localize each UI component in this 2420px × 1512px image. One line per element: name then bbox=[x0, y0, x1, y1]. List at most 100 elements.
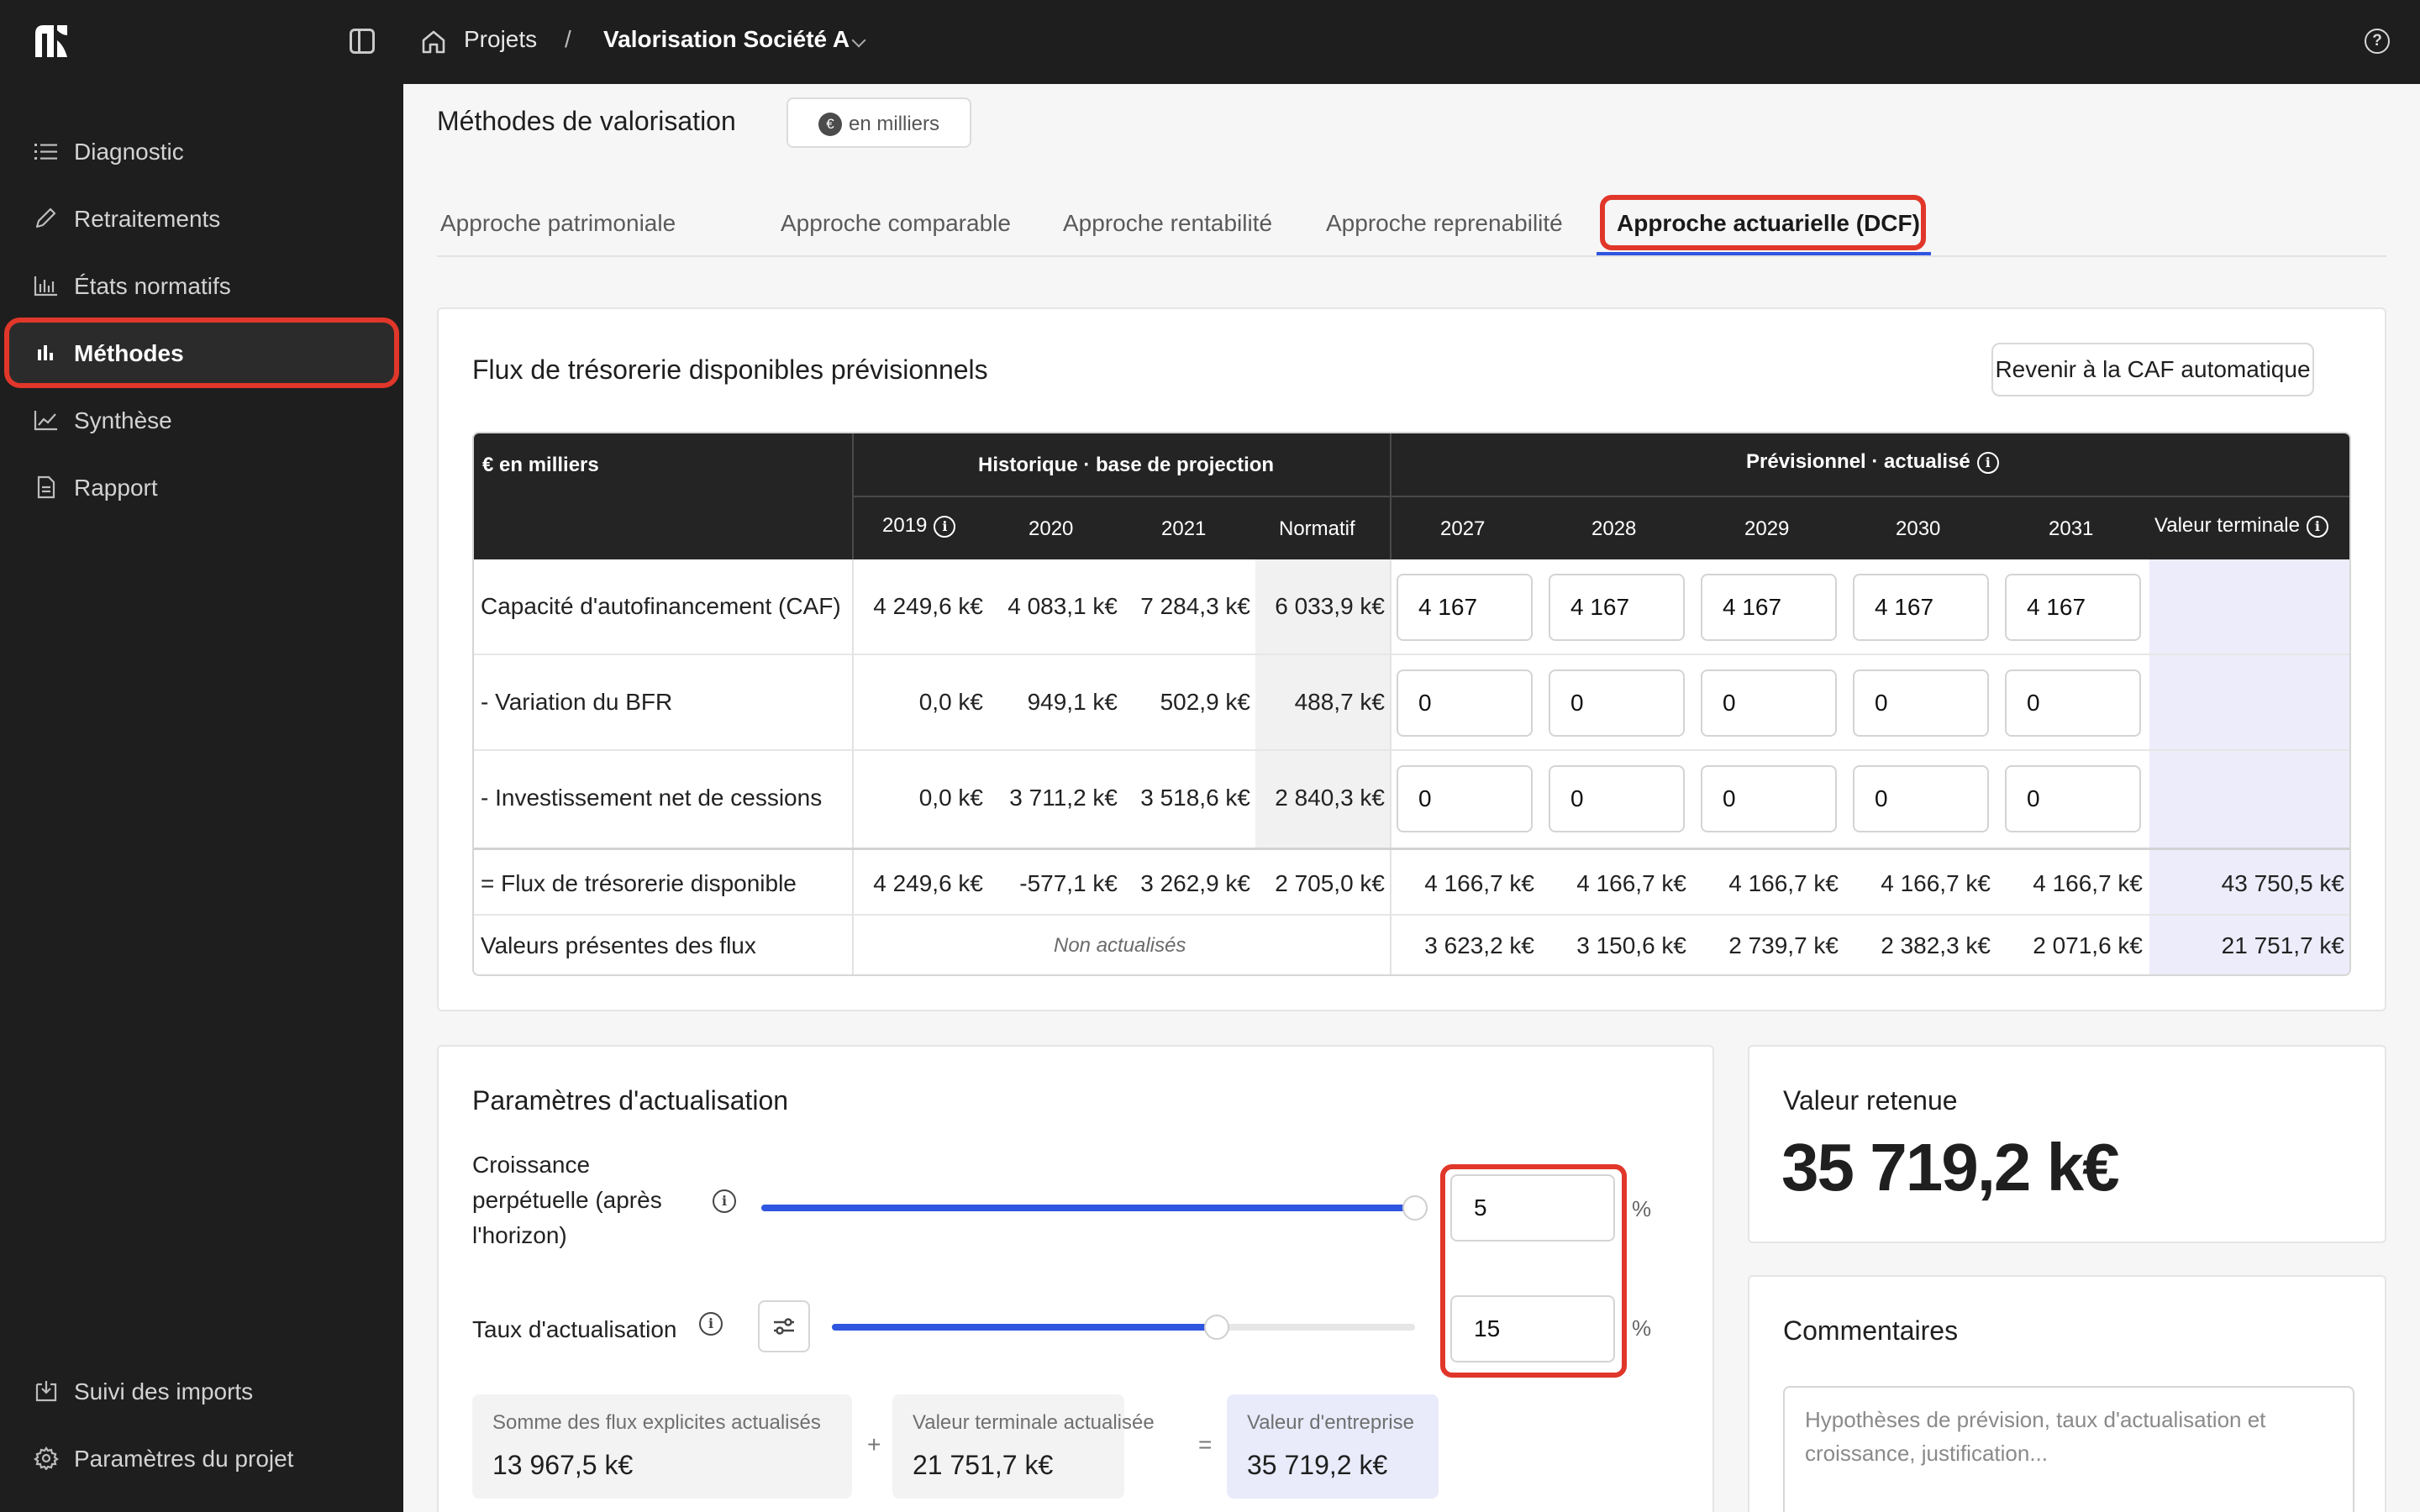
bar-chart-icon bbox=[34, 276, 57, 297]
group-header-previsionnel-label: Prévisionnel · actualisé bbox=[1746, 450, 1970, 473]
tab-approche-comparable[interactable]: Approche comparable bbox=[781, 210, 1011, 237]
caf-input-2031[interactable]: 4 167 bbox=[2005, 574, 2141, 641]
row-label: - Investissement net de cessions bbox=[481, 785, 823, 811]
sidebar-item-label: Synthèse bbox=[74, 407, 172, 433]
discount-label: Taux d'actualisation bbox=[472, 1316, 677, 1342]
invest-input-2027[interactable]: 0 bbox=[1397, 765, 1533, 832]
bfr-input-2028[interactable]: 0 bbox=[1549, 669, 1685, 737]
cell-value: 949,1 k€ bbox=[1027, 689, 1118, 715]
discount-rate-input[interactable]: 15 bbox=[1450, 1295, 1615, 1362]
terminal-value-label: Valeur terminale actualisée bbox=[913, 1411, 1155, 1434]
col-header-label: Valeur terminale bbox=[2154, 514, 2300, 537]
flux-title: Flux de trésorerie disponibles prévision… bbox=[472, 354, 988, 385]
sidebar-item-methodes[interactable]: Méthodes bbox=[4, 318, 399, 388]
info-icon[interactable]: i bbox=[1976, 451, 1999, 474]
cell-value: 4 166,7 k€ bbox=[1576, 870, 1686, 896]
discount-slider-thumb[interactable] bbox=[1204, 1315, 1229, 1340]
sidebar-item-synthese[interactable]: Synthèse bbox=[8, 389, 395, 451]
sidebar-item-etats-normatifs[interactable]: États normatifs bbox=[8, 255, 395, 317]
sidebar-toggle-icon[interactable] bbox=[350, 29, 375, 54]
list-icon bbox=[34, 144, 57, 160]
revert-caf-button[interactable]: Revenir à la CAF automatique bbox=[1991, 343, 2314, 396]
header-divider bbox=[854, 496, 2349, 497]
cell-value: 488,7 k€ bbox=[1294, 689, 1385, 715]
caf-input-2027[interactable]: 4 167 bbox=[1397, 574, 1533, 641]
unit-chip-label: en milliers bbox=[849, 113, 940, 135]
plus-operator: + bbox=[867, 1431, 881, 1457]
invest-input-2029[interactable]: 0 bbox=[1701, 765, 1837, 832]
bfr-input-2030[interactable]: 0 bbox=[1853, 669, 1989, 737]
row-label: = Flux de trésorerie disponible bbox=[481, 870, 797, 896]
sum-explicit-box: Somme des flux explicites actualisés 13 … bbox=[472, 1394, 852, 1499]
flux-table: € en milliers Historique · base de proje… bbox=[472, 432, 2351, 976]
caf-input-2030[interactable]: 4 167 bbox=[1853, 574, 1989, 641]
unit-chip[interactable]: € en milliers bbox=[786, 97, 971, 148]
sliders-settings-button[interactable] bbox=[758, 1300, 810, 1352]
chevron-down-icon[interactable] bbox=[851, 33, 866, 48]
sidebar-item-label: États normatifs bbox=[74, 273, 231, 299]
invest-input-2028[interactable]: 0 bbox=[1549, 765, 1685, 832]
page-title: Méthodes de valorisation bbox=[437, 106, 736, 136]
sum-explicit-label: Somme des flux explicites actualisés bbox=[492, 1411, 821, 1434]
terminal-value-box: Valeur terminale actualisée 21 751,7 k€ bbox=[892, 1394, 1155, 1499]
sidebar-item-suivi-imports[interactable]: Suivi des imports bbox=[8, 1360, 395, 1422]
sidebar-item-diagnostic[interactable]: Diagnostic bbox=[8, 120, 395, 182]
col-header-2027: 2027 bbox=[1440, 517, 1486, 540]
enterprise-value-label: Valeur d'entreprise bbox=[1247, 1411, 1414, 1434]
tab-approche-rentabilite[interactable]: Approche rentabilité bbox=[1063, 210, 1272, 237]
growth-slider-thumb[interactable] bbox=[1402, 1195, 1428, 1221]
help-icon[interactable]: ? bbox=[2365, 29, 2390, 54]
caf-input-2029[interactable]: 4 167 bbox=[1701, 574, 1837, 641]
enterprise-value-value: 35 719,2 k€ bbox=[1247, 1450, 1388, 1480]
breadcrumb-current-project[interactable]: Valorisation Société A bbox=[603, 26, 850, 53]
sidebar-item-parametres-projet[interactable]: Paramètres du projet bbox=[8, 1427, 395, 1489]
info-icon[interactable]: i bbox=[934, 515, 956, 538]
cell-value: 0,0 k€ bbox=[918, 689, 983, 715]
info-icon[interactable]: i bbox=[2306, 515, 2328, 538]
caf-input-2028[interactable]: 4 167 bbox=[1549, 574, 1685, 641]
cell-value: 502,9 k€ bbox=[1160, 689, 1250, 715]
bfr-input-2027[interactable]: 0 bbox=[1397, 669, 1533, 737]
app-logo[interactable] bbox=[32, 22, 71, 60]
cell-value: 2 840,3 k€ bbox=[1275, 785, 1385, 811]
sidebar: Diagnostic Retraitements États normatifs… bbox=[0, 84, 403, 1512]
invest-input-2030[interactable]: 0 bbox=[1853, 765, 1989, 832]
cell-value: 3 711,2 k€ bbox=[1009, 785, 1118, 811]
bars-icon bbox=[38, 345, 53, 360]
sliders-icon bbox=[774, 1318, 794, 1335]
cell-value: 6 033,9 k€ bbox=[1275, 593, 1385, 619]
cell-value: 4 083,1 k€ bbox=[1007, 593, 1118, 619]
import-icon bbox=[35, 1381, 57, 1402]
cell-value: 2 382,3 k€ bbox=[1881, 932, 1991, 958]
sidebar-item-label: Rapport bbox=[74, 475, 158, 501]
tab-approche-actuarielle[interactable]: Approche actuarielle (DCF) bbox=[1617, 210, 1920, 237]
tab-approche-reprenabilite[interactable]: Approche reprenabilité bbox=[1326, 210, 1563, 237]
sidebar-item-label: Paramètres du projet bbox=[74, 1446, 294, 1472]
cell-value: 7 284,3 k€ bbox=[1140, 593, 1250, 619]
home-icon[interactable] bbox=[420, 29, 447, 55]
sidebar-item-label: Suivi des imports bbox=[74, 1378, 254, 1404]
retained-value: 35 719,2 k€ bbox=[1781, 1130, 2120, 1205]
info-icon[interactable]: i bbox=[713, 1189, 736, 1213]
comments-textarea[interactable]: Hypothèses de prévision, taux d'actualis… bbox=[1783, 1386, 2354, 1512]
bfr-input-2031[interactable]: 0 bbox=[2005, 669, 2141, 737]
table-row-caf: Capacité d'autofinancement (CAF) 4 249,6… bbox=[474, 559, 2349, 655]
cell-value: 4 249,6 k€ bbox=[873, 870, 983, 896]
invest-input-2031[interactable]: 0 bbox=[2005, 765, 2141, 832]
col-header-2028: 2028 bbox=[1591, 517, 1637, 540]
group-header-historique: Historique · base de projection bbox=[978, 454, 1275, 476]
col-header-2029: 2029 bbox=[1744, 517, 1790, 540]
sidebar-item-label: Retraitements bbox=[74, 206, 221, 232]
growth-rate-input[interactable]: 5 bbox=[1450, 1174, 1615, 1242]
tab-approche-patrimoniale[interactable]: Approche patrimoniale bbox=[440, 210, 676, 237]
breadcrumb-projets[interactable]: Projets bbox=[464, 26, 537, 53]
sum-explicit-value: 13 967,5 k€ bbox=[492, 1450, 634, 1480]
sidebar-item-retraitements[interactable]: Retraitements bbox=[8, 187, 395, 249]
method-tabs: Approche patrimoniale Approche comparabl… bbox=[437, 195, 2386, 257]
bfr-input-2029[interactable]: 0 bbox=[1701, 669, 1837, 737]
info-icon[interactable]: i bbox=[699, 1312, 723, 1336]
gear-icon bbox=[34, 1446, 59, 1470]
header-divider bbox=[1390, 433, 1392, 559]
sidebar-item-rapport[interactable]: Rapport bbox=[8, 456, 395, 518]
group-header-previsionnel: Prévisionnel · actualisé i bbox=[1746, 450, 1999, 474]
